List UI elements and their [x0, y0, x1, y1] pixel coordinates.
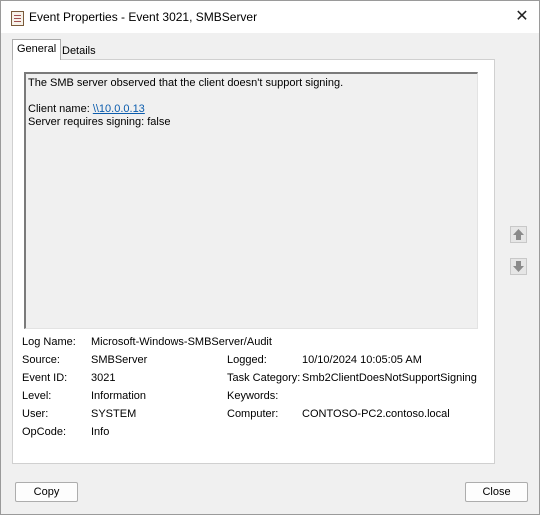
level-value[interactable]: Information — [91, 390, 146, 403]
computer-value[interactable]: CONTOSO-PC2.contoso.local — [302, 408, 450, 421]
next-event-button[interactable] — [510, 258, 527, 275]
user-value[interactable]: SYSTEM — [91, 408, 136, 421]
user-label: User: — [22, 408, 49, 420]
computer-label: Computer: — [227, 408, 279, 420]
tab-general[interactable]: General — [12, 39, 62, 60]
source-label: Source: — [22, 354, 60, 366]
close-icon[interactable]: ✕ — [511, 7, 533, 27]
event-properties-window: Event Properties - Event 3021, SMBServer… — [0, 0, 540, 515]
client-name-line: Client name: \\10.0.0.13 — [28, 103, 475, 116]
source-value[interactable]: SMBServer — [91, 354, 147, 367]
logged-value[interactable]: 10/10/2024 10:05:05 AM — [302, 354, 422, 367]
tab-details[interactable]: Details — [58, 42, 100, 60]
log-name-label: Log Name: — [22, 336, 76, 348]
general-panel: The SMB server observed that the client … — [12, 59, 495, 464]
previous-event-button[interactable] — [510, 226, 527, 243]
description-message: The SMB server observed that the client … — [28, 77, 344, 89]
event-viewer-icon — [11, 11, 24, 26]
task-category-label: Task Category: — [227, 372, 301, 384]
client-name-link[interactable]: \\10.0.0.13 — [93, 103, 145, 115]
event-id-value[interactable]: 3021 — [91, 372, 115, 385]
keywords-label: Keywords: — [227, 390, 279, 402]
close-button[interactable]: Close — [465, 482, 528, 502]
log-name-value[interactable]: Microsoft-Windows-SMBServer/Audit — [91, 336, 272, 349]
level-label: Level: — [22, 390, 52, 402]
arrow-down-icon — [513, 261, 524, 272]
event-id-label: Event ID: — [22, 372, 68, 384]
signing-line: Server requires signing: false — [28, 116, 171, 128]
arrow-up-icon — [513, 229, 524, 240]
window-title: Event Properties - Event 3021, SMBServer — [29, 10, 258, 24]
title-bar: Event Properties - Event 3021, SMBServer… — [1, 1, 539, 33]
task-category-value[interactable]: Smb2ClientDoesNotSupportSigning — [302, 372, 477, 385]
client-name-label: Client name: — [28, 103, 93, 115]
opcode-label: OpCode: — [22, 426, 67, 438]
copy-button[interactable]: Copy — [15, 482, 78, 502]
logged-label: Logged: — [227, 354, 267, 366]
opcode-value[interactable]: Info — [91, 426, 109, 439]
event-description-box[interactable]: The SMB server observed that the client … — [24, 72, 478, 329]
